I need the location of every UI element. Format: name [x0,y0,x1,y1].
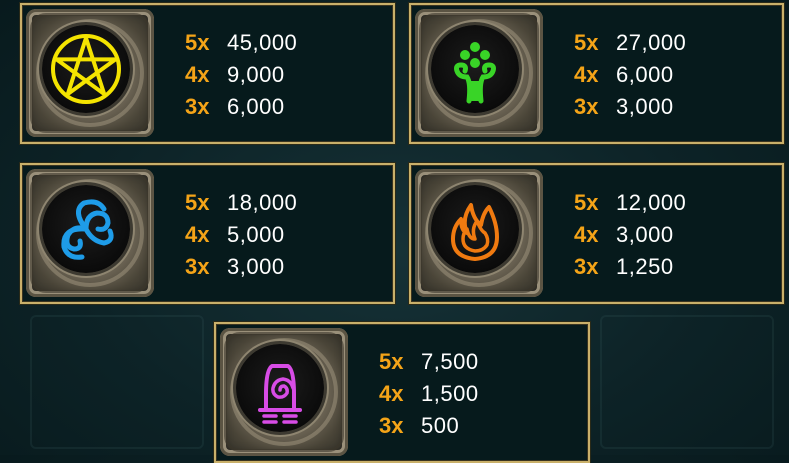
multiplier-label: 5x [185,190,210,215]
payout-list: 5x 27,000 4x 6,000 3x 3,000 [574,27,686,123]
multiplier-label: 4x [185,62,210,87]
air-swirl-icon [42,185,130,273]
payout-amount: 3,000 [227,254,285,279]
payout-row: 5x 7,500 [379,346,479,378]
background-pattern [30,315,204,449]
payout-row: 4x 5,000 [185,219,297,251]
payout-row: 5x 45,000 [185,27,297,59]
payout-row: 4x 3,000 [574,219,686,251]
payout-list: 5x 12,000 4x 3,000 3x 1,250 [574,187,686,283]
payout-row: 3x 3,000 [574,91,686,123]
multiplier-label: 4x [185,222,210,247]
multiplier-label: 3x [574,94,599,119]
payout-row: 3x 6,000 [185,91,297,123]
multiplier-label: 5x [574,190,599,215]
payout-amount: 3,000 [616,222,674,247]
payout-row: 5x 12,000 [574,187,686,219]
fire-icon [431,185,519,273]
payout-row: 5x 27,000 [574,27,686,59]
paytable-panel-air: 5x 18,000 4x 5,000 3x 3,000 [20,163,395,304]
multiplier-label: 3x [185,254,210,279]
multiplier-label: 4x [574,62,599,87]
multiplier-label: 3x [379,413,404,438]
multiplier-label: 3x [185,94,210,119]
payout-row: 3x 3,000 [185,251,297,283]
payout-amount: 1,500 [421,381,479,406]
multiplier-label: 5x [379,349,404,374]
payout-row: 4x 6,000 [574,59,686,91]
payout-amount: 1,250 [616,254,674,279]
payout-amount: 9,000 [227,62,285,87]
pentagram-icon [42,25,130,113]
payout-amount: 12,000 [616,190,687,215]
payout-row: 4x 1,500 [379,378,479,410]
payout-amount: 7,500 [421,349,479,374]
payout-row: 4x 9,000 [185,59,297,91]
background-pattern [600,315,774,449]
payout-amount: 5,000 [227,222,285,247]
paytable-panel-tree: 5x 27,000 4x 6,000 3x 3,000 [409,3,784,144]
payout-amount: 18,000 [227,190,298,215]
earth-icon [236,344,324,432]
payout-list: 5x 18,000 4x 5,000 3x 3,000 [185,187,297,283]
multiplier-label: 3x [574,254,599,279]
multiplier-label: 4x [379,381,404,406]
multiplier-label: 5x [185,30,210,55]
multiplier-label: 5x [574,30,599,55]
payout-row: 3x 1,250 [574,251,686,283]
payout-row: 5x 18,000 [185,187,297,219]
paytable-panel-pentagram: 5x 45,000 4x 9,000 3x 6,000 [20,3,395,144]
multiplier-label: 4x [574,222,599,247]
tree-icon [431,25,519,113]
paytable-panel-fire: 5x 12,000 4x 3,000 3x 1,250 [409,163,784,304]
payout-amount: 3,000 [616,94,674,119]
payout-list: 5x 7,500 4x 1,500 3x 500 [379,346,479,442]
payout-amount: 500 [421,413,460,438]
paytable-panel-earth: 5x 7,500 4x 1,500 3x 500 [214,322,590,463]
payout-amount: 6,000 [227,94,285,119]
payout-list: 5x 45,000 4x 9,000 3x 6,000 [185,27,297,123]
payout-amount: 27,000 [616,30,687,55]
payout-row: 3x 500 [379,410,479,442]
payout-amount: 6,000 [616,62,674,87]
payout-amount: 45,000 [227,30,298,55]
